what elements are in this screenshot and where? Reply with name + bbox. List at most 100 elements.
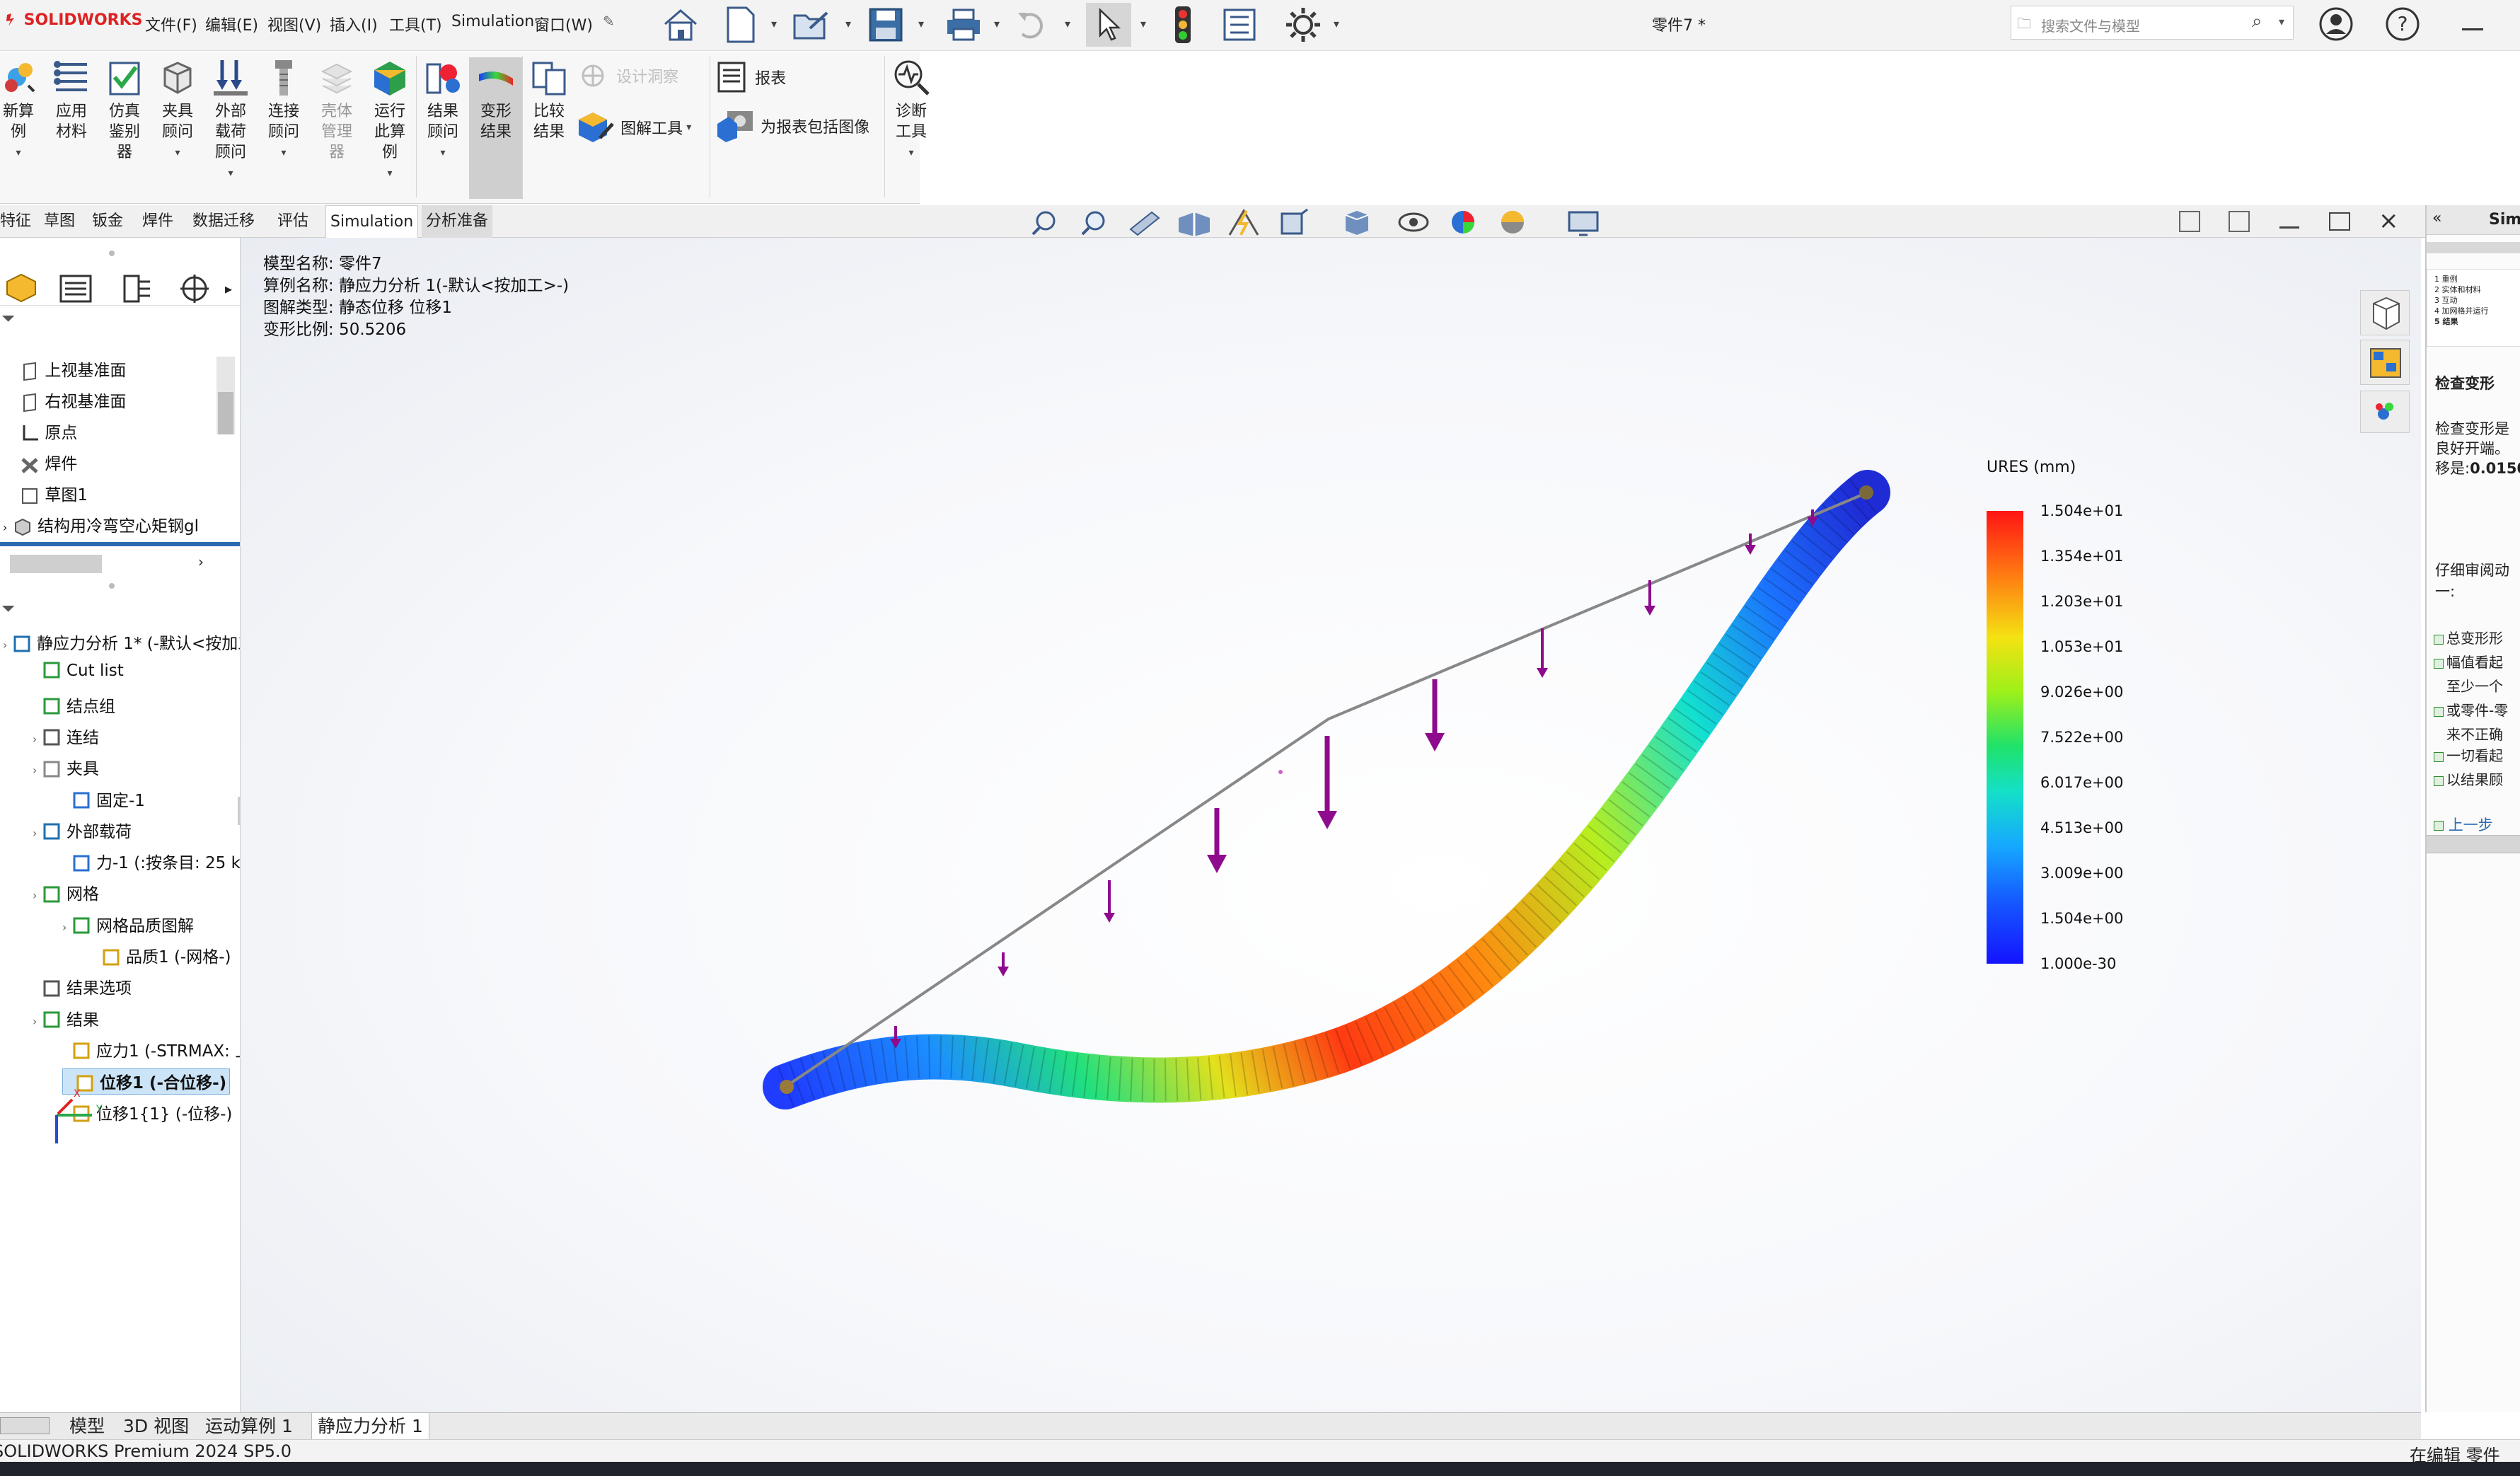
minimize-icon[interactable] xyxy=(2462,28,2483,30)
external-loads-advisor-button[interactable]: 外部 载荷 顾问 ▾ xyxy=(204,57,258,199)
chevron-down-icon[interactable]: ▾ xyxy=(771,17,777,30)
include-image-button[interactable]: 为报表包括图像 xyxy=(715,108,869,144)
horizontal-scrollbar-thumb[interactable] xyxy=(10,555,102,573)
run-study-button[interactable]: 运行 此算 例 ▾ xyxy=(363,57,417,199)
chevron-right-icon[interactable]: › xyxy=(62,921,72,934)
search-icon[interactable]: ⌕ xyxy=(2252,11,2262,33)
chevron-down-icon[interactable]: ▾ xyxy=(416,142,470,163)
tab-sheet-metal[interactable]: 钣金 xyxy=(88,205,127,238)
file-properties-icon[interactable] xyxy=(1217,3,1262,47)
chevron-down-icon[interactable]: ▾ xyxy=(845,17,851,30)
home-icon[interactable] xyxy=(658,3,703,47)
filter-icon[interactable]: ⏷ xyxy=(1,599,15,618)
collapse-left-pane-icon[interactable] xyxy=(2179,211,2200,232)
design-insight-button[interactable]: 设计洞察 xyxy=(579,62,678,90)
hide-show-items-icon[interactable] xyxy=(1392,208,1435,236)
viewport-close-icon[interactable]: × xyxy=(2379,207,2399,235)
previous-view-icon[interactable] xyxy=(1123,208,1166,236)
pane-grip[interactable] xyxy=(109,583,115,589)
checklist-item[interactable]: 幅值看起 xyxy=(2434,651,2503,671)
new-document-icon[interactable] xyxy=(718,3,763,47)
chevron-down-icon[interactable]: ▾ xyxy=(1334,17,1339,30)
view-settings-icon[interactable] xyxy=(1562,208,1605,236)
tab-scroll-arrows[interactable] xyxy=(0,1417,50,1434)
tree-item-right-plane[interactable]: 右视基准面 xyxy=(20,388,126,413)
zoom-to-fit-icon[interactable] xyxy=(1024,208,1067,236)
checklist-item[interactable]: 以结果顾 xyxy=(2434,768,2503,789)
tab-weldments[interactable]: 焊件 xyxy=(138,205,178,238)
chevron-down-icon[interactable]: ▾ xyxy=(1065,17,1070,30)
filter-icon[interactable]: ⏷ xyxy=(1,309,15,328)
tab-simulation[interactable]: Simulation xyxy=(325,205,419,238)
scrollbar-thumb[interactable] xyxy=(218,392,233,434)
feature-manager-tab-icon[interactable] xyxy=(3,272,41,304)
search-box[interactable]: 🗀 搜索文件与模型 ⌕ ▾ xyxy=(2011,6,2294,40)
sim-tree-item[interactable]: › 网格品质图解 xyxy=(62,912,194,937)
tree-item-structural-member[interactable]: › 结构用冷弯空心矩钢gl xyxy=(3,512,199,537)
menu-file[interactable]: 文件(F) xyxy=(145,13,197,35)
chevron-right-icon[interactable]: › xyxy=(33,1015,42,1028)
apply-scene-icon[interactable] xyxy=(1491,208,1534,236)
options-gear-icon[interactable] xyxy=(1281,3,1326,47)
tree-item-origin[interactable]: 原点 xyxy=(20,419,77,444)
chevron-down-icon[interactable]: ▾ xyxy=(994,17,1000,30)
report-button[interactable]: 报表 xyxy=(715,62,786,93)
chevron-right-icon[interactable]: › xyxy=(198,553,204,570)
chevron-down-icon[interactable]: ▾ xyxy=(151,142,204,163)
simulation-evaluator-button[interactable]: 仿真 鉴别 器 xyxy=(98,57,151,199)
display-style-icon[interactable] xyxy=(1336,208,1378,236)
configuration-manager-tab-icon[interactable] xyxy=(117,273,156,306)
sim-tree-item[interactable]: › 网格 xyxy=(33,880,99,905)
checklist-item[interactable]: 一切看起 xyxy=(2434,744,2503,765)
search-input[interactable]: 搜索文件与模型 xyxy=(2041,15,2140,35)
tab-3d-view[interactable]: 3D 视图 xyxy=(117,1413,195,1440)
side-panel-layout-icon[interactable] xyxy=(2360,340,2410,385)
sim-tree-item[interactable]: › 连结 xyxy=(33,724,99,749)
chevron-down-icon[interactable]: ▾ xyxy=(884,142,938,163)
zoom-to-area-icon[interactable] xyxy=(1073,208,1115,236)
open-icon[interactable] xyxy=(789,3,834,47)
menu-window[interactable]: 窗口(W) xyxy=(534,13,593,35)
checklist-item[interactable]: 至少一个 xyxy=(2434,675,2503,696)
sim-tree-item[interactable]: › 结果 xyxy=(33,1006,99,1031)
workflow-step[interactable]: 1 重例 xyxy=(2434,274,2458,284)
sim-tree-item[interactable]: Cut list xyxy=(33,661,124,681)
tab-motion-study[interactable]: 运动算例 1 xyxy=(200,1413,299,1440)
viewport-restore-icon[interactable] xyxy=(2329,212,2350,231)
tab-static-study[interactable]: 静应力分析 1 xyxy=(311,1413,429,1440)
tab-features[interactable]: 特征 xyxy=(0,205,35,238)
chevron-down-icon[interactable]: ▾ xyxy=(1140,17,1146,30)
pin-icon[interactable]: ✎ xyxy=(603,13,615,30)
expand-right-pane-icon[interactable] xyxy=(2229,211,2250,232)
sim-tree-item[interactable]: › 静应力分析 1* (-默认<按加工 xyxy=(3,630,240,655)
tab-analysis-preparation[interactable]: 分析准备 xyxy=(422,205,493,238)
menu-insert[interactable]: 插入(I) xyxy=(330,13,378,35)
save-icon[interactable] xyxy=(863,3,908,47)
chevron-right-icon[interactable]: › xyxy=(33,826,42,840)
help-icon[interactable]: ? xyxy=(2384,6,2421,42)
tab-data-migration[interactable]: 数据迁移 xyxy=(188,205,259,238)
checklist-item[interactable]: 或零件-零 xyxy=(2434,699,2508,720)
chevron-right-icon[interactable]: › xyxy=(3,521,7,534)
scrollbar[interactable] xyxy=(216,357,235,434)
tree-item-weldment[interactable]: 焊件 xyxy=(20,450,77,475)
checklist-item[interactable]: 来不正确 xyxy=(2434,723,2503,744)
view-orientation-icon[interactable] xyxy=(1272,208,1314,236)
previous-step-link[interactable]: 上一步 xyxy=(2434,814,2493,835)
chevron-down-icon[interactable]: ▾ xyxy=(918,17,924,30)
tab-evaluate[interactable]: 评估 xyxy=(273,205,313,238)
sim-tree-item[interactable]: › 外部载荷 xyxy=(33,818,132,843)
checklist-item[interactable]: 总变形形 xyxy=(2434,627,2503,647)
print-icon[interactable] xyxy=(941,3,986,47)
menu-edit[interactable]: 编辑(E) xyxy=(205,13,258,35)
deformed-result-button[interactable]: 变形 结果 xyxy=(469,57,523,199)
results-advisor-button[interactable]: 结果 顾问 ▾ xyxy=(416,57,470,199)
pane-grip[interactable] xyxy=(109,250,115,256)
sim-tree-item[interactable]: 固定-1 xyxy=(62,787,145,812)
section-view-icon[interactable] xyxy=(1173,208,1215,236)
collapse-panel-icon[interactable]: « xyxy=(2432,209,2441,227)
chevron-down-icon[interactable]: ▾ xyxy=(257,142,311,163)
viewport-minimize-icon[interactable] xyxy=(2279,226,2299,229)
tree-item-sketch1[interactable]: 草图1 xyxy=(20,481,88,506)
dynamic-annotation-icon[interactable] xyxy=(1223,208,1265,236)
